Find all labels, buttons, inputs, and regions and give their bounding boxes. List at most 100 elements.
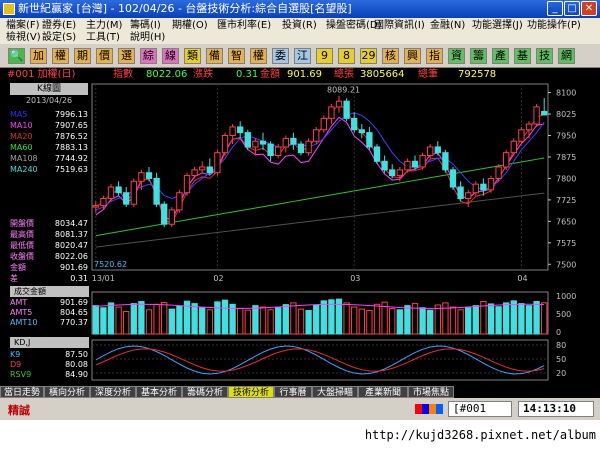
quote-symbol: #001 加權(日) [7,69,76,80]
menu-item-10[interactable]: 功能選擇(J) [472,20,523,32]
volume_panel-title: 成交金額 [10,286,89,297]
tab-3[interactable]: 基本分析 [136,386,182,398]
menu-item-1[interactable]: 證券(E) [42,20,76,32]
volume-tick-label: 0 [556,328,561,337]
volume-bar [533,301,540,335]
menu-item-12[interactable]: 檢視(V) [6,32,41,44]
toolbar-button-8[interactable]: 類 [184,48,201,64]
tab-4[interactable]: 籌碼分析 [182,386,228,398]
quote-count-label: 總筆 [418,69,438,80]
price-row-2: 最低價 8020.47 [10,240,88,251]
toolbar-button-25[interactable]: 網 [558,48,575,64]
tab-0[interactable]: 當日走勢 [0,386,44,398]
volume-bar [465,307,472,335]
toolbar-button-5[interactable]: 選 [118,48,135,64]
toolbar-button-19[interactable]: 指 [426,48,443,64]
candle-body [503,152,510,168]
candle-body [191,169,198,177]
menu-item-14[interactable]: 工具(T) [86,32,120,44]
candle-body [244,132,251,148]
menu-item-3[interactable]: 籌碼(I) [130,20,161,32]
quote-amount-label: 金額 [260,69,280,80]
ma-row-ma60: MA60 7883.13 [10,142,88,153]
price-label: 收盤價 [10,252,34,261]
ma60-line [95,157,545,237]
toolbar-button-23[interactable]: 基 [514,48,531,64]
ma240-line [95,192,545,248]
toolbar-button-7[interactable]: 線 [162,48,179,64]
candle-body [130,180,137,205]
toolbar-button-16[interactable]: 29 [360,48,377,64]
toolbar-button-20[interactable]: 資 [448,48,465,64]
minimize-button[interactable]: _ [547,1,563,16]
row-label: RSV9 [10,370,32,379]
toolbar-button-24[interactable]: 技 [536,48,553,64]
volume-bar [191,303,198,335]
toolbar-button-4[interactable]: 價 [96,48,113,64]
menu-item-13[interactable]: 設定(S) [42,32,76,44]
menu-item-15[interactable]: 說明(H) [130,32,165,44]
volume-bar [442,302,449,335]
search-icon[interactable]: 🔍 [8,48,25,64]
candle-body [373,146,381,162]
volume_panel-row-2: AMT10 770.37 [10,317,88,328]
candle-body [267,143,274,157]
toolbar-button-21[interactable]: 籌 [470,48,487,64]
ma-value: 7883.13 [54,143,88,152]
volume-bar [237,307,244,335]
toolbar-button-18[interactable]: 興 [404,48,421,64]
color-indicator [415,404,443,414]
menu-item-0[interactable]: 檔案(F) [6,20,40,32]
toolbar-button-10[interactable]: 智 [228,48,245,64]
candle-body [434,146,441,154]
toolbar-button-13[interactable]: 江 [294,48,311,64]
ma-row-ma20: MA20 7876.52 [10,131,88,142]
menu-item-11[interactable]: 功能操作(P) [527,20,581,32]
x-tick-label: 13/01 [92,274,115,283]
toolbar-button-11[interactable]: 權 [250,48,267,64]
quote-total-label: 總張 [334,69,354,80]
toolbar-button-22[interactable]: 產 [492,48,509,64]
toolbar-button-14[interactable]: 9 [316,48,333,64]
tab-9[interactable]: 市場焦點 [408,386,454,398]
low-annotation: 7520.62 [94,260,127,269]
toolbar-button-9[interactable]: 備 [206,48,223,64]
toolbar-button-2[interactable]: 權 [52,48,69,64]
row-label: K9 [10,350,21,359]
menu-item-8[interactable]: 國際資訊(I) [374,20,425,32]
toolbar-button-1[interactable]: 加 [30,48,47,64]
close-button[interactable]: ✕ [581,1,597,16]
candle-body [161,203,168,225]
tab-8[interactable]: 產業新聞 [358,386,408,398]
volume-bar [472,305,479,335]
quote-change-value: 0.31 [236,69,259,80]
price-tick-label: 7800 [556,174,576,183]
toolbar-button-3[interactable]: 期 [74,48,91,64]
volume-bar [229,303,236,335]
toolbar-button-6[interactable]: 綜 [140,48,157,64]
menu-item-9[interactable]: 金融(N) [430,20,465,32]
candle-body [358,129,365,134]
menu-item-4[interactable]: 期權(O) [172,20,208,32]
menu-item-5[interactable]: 匯市利率(E) [217,20,271,32]
candle-body [457,186,464,199]
menu-item-2[interactable]: 主力(M) [86,20,122,32]
toolbar-button-17[interactable]: 核 [382,48,399,64]
menu-item-6[interactable]: 投資(R) [282,20,317,32]
row-label: AMT5 [10,308,33,317]
tab-5[interactable]: 技術分析 [228,386,274,398]
tab-2[interactable]: 深度分析 [90,386,136,398]
tab-7[interactable]: 大盤掃瞄 [312,386,358,398]
tab-1[interactable]: 橫向分析 [44,386,90,398]
maximize-button[interactable]: □ [564,1,580,16]
toolbar-button-15[interactable]: 8 [338,48,355,64]
candle-body [275,146,282,157]
ma5-line [95,112,545,211]
d9-line [95,348,545,372]
candle-body [381,160,388,171]
tab-6[interactable]: 行事曆 [274,386,312,398]
toolbar-button-12[interactable]: 委 [272,48,289,64]
x-tick-label: 02 [213,274,223,283]
volume-bar [138,301,145,335]
volume-bar [525,305,533,335]
